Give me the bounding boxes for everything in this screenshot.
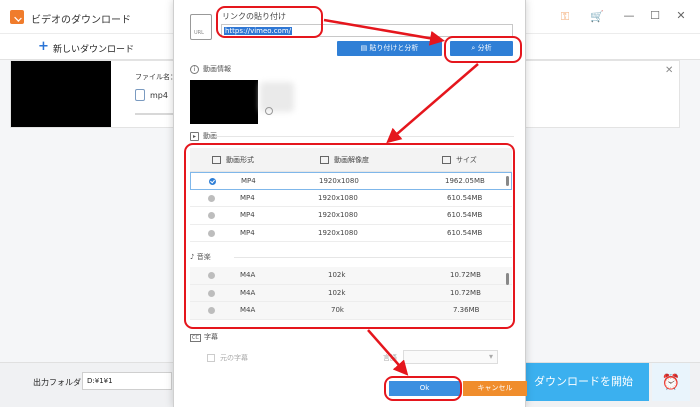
paste-analyze-label: 貼り付けと分析 bbox=[369, 44, 419, 52]
app-title: ビデオのダウンロード bbox=[31, 15, 131, 26]
file-format-icon bbox=[135, 89, 145, 101]
url-document-icon: URL bbox=[190, 14, 212, 40]
alarm-clock-icon[interactable]: ⏰ bbox=[652, 363, 690, 401]
play-icon: ▸ bbox=[190, 131, 199, 141]
new-download-button[interactable]: 新しいダウンロード bbox=[53, 42, 134, 55]
paste-and-analyze-button[interactable]: ▤ 貼り付けと分析 bbox=[337, 41, 442, 56]
task-format: mp4 bbox=[150, 91, 168, 100]
subtitle-section-title: CC 字幕 bbox=[190, 332, 218, 342]
task-thumbnail bbox=[11, 61, 111, 127]
subtitle-language-label: 言語 bbox=[383, 354, 397, 362]
video-info-label: 動画情報 bbox=[203, 65, 231, 73]
cc-icon: CC bbox=[190, 334, 201, 342]
divider bbox=[214, 136, 514, 137]
video-section-title: ▸ 動画 bbox=[190, 131, 217, 141]
video-info-title: i 動画情報 bbox=[190, 64, 231, 74]
output-folder-label: 出力フォルダ： bbox=[33, 378, 89, 387]
subtitle-language-select[interactable] bbox=[403, 350, 498, 364]
start-download-button[interactable]: ダウンロードを開始 bbox=[518, 363, 649, 401]
task-close-button[interactable]: ✕ bbox=[665, 65, 673, 76]
highlight-ok-button bbox=[384, 376, 462, 401]
original-subtitle-label: 元の字幕 bbox=[220, 354, 248, 362]
app-logo-icon bbox=[10, 10, 24, 24]
key-icon[interactable]: ⚿ bbox=[558, 10, 572, 24]
highlight-format-list bbox=[184, 143, 515, 329]
url-icon-text: URL bbox=[194, 30, 204, 36]
close-window-button[interactable]: ✕ bbox=[674, 9, 688, 23]
clock-icon bbox=[265, 107, 273, 115]
cart-icon[interactable]: 🛒 bbox=[590, 10, 604, 24]
cancel-button[interactable]: キャンセル bbox=[463, 381, 527, 396]
original-subtitle-checkbox[interactable] bbox=[207, 354, 215, 362]
info-icon: i bbox=[190, 64, 199, 74]
highlight-url-box bbox=[216, 6, 323, 38]
minimize-button[interactable]: — bbox=[622, 9, 636, 23]
output-folder-field[interactable]: D:¥1¥1 bbox=[82, 372, 172, 390]
plus-icon[interactable]: + bbox=[38, 39, 49, 54]
subtitle-section-label: 字幕 bbox=[203, 333, 218, 341]
video-thumbnail bbox=[190, 80, 258, 124]
maximize-button[interactable]: ☐ bbox=[648, 9, 662, 23]
highlight-analyze-button bbox=[444, 36, 522, 63]
